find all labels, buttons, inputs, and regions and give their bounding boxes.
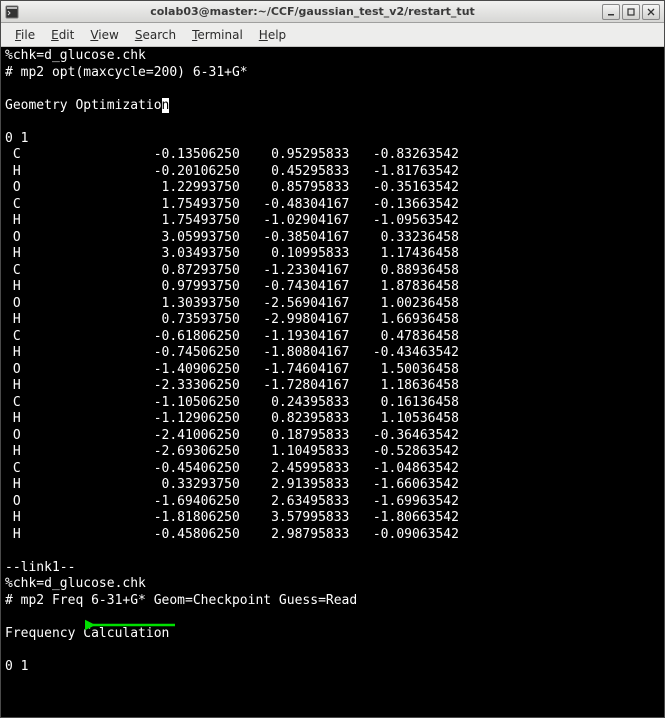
cursor-highlight: n — [162, 98, 170, 113]
maximize-button[interactable] — [622, 4, 640, 20]
geom-row: H -1.12906250 0.82395833 1.10536458 — [5, 411, 459, 426]
geom-row: C -0.61806250 -1.19304167 0.47836458 — [5, 329, 459, 344]
menu-file[interactable]: File — [7, 26, 43, 44]
terminal-app-icon — [5, 5, 19, 19]
geom-row: H -2.33306250 -1.72804167 1.18636458 — [5, 378, 459, 393]
geom-row: O -1.69406250 2.63495833 -1.69963542 — [5, 494, 459, 509]
menubar: File Edit View Search Terminal Help — [1, 23, 664, 47]
geom-row: C 1.75493750 -0.48304167 -0.13663542 — [5, 197, 459, 212]
geom-row: O 3.05993750 -0.38504167 0.33236458 — [5, 230, 459, 245]
geom-row: O 1.22993750 0.85795833 -0.35163542 — [5, 180, 459, 195]
geom-row: H -1.81806250 3.57995833 -1.80663542 — [5, 510, 459, 525]
geom-row: H -2.69306250 1.10495833 -0.52863542 — [5, 444, 459, 459]
menu-view[interactable]: View — [82, 26, 126, 44]
minimize-button[interactable] — [602, 4, 620, 20]
geom-row: H 0.73593750 -2.99804167 1.66936458 — [5, 312, 459, 327]
menu-edit[interactable]: Edit — [43, 26, 82, 44]
geom-row: C -1.10506250 0.24395833 0.16136458 — [5, 395, 459, 410]
menu-terminal[interactable]: Terminal — [184, 26, 251, 44]
titlebar[interactable]: colab03@master:~/CCF/gaussian_test_v2/re… — [1, 1, 664, 23]
geom-row: H 3.03493750 0.10995833 1.17436458 — [5, 246, 459, 261]
menu-search[interactable]: Search — [127, 26, 184, 44]
geom-row: H 0.97993750 -0.74304167 1.87836458 — [5, 279, 459, 294]
window-title: colab03@master:~/CCF/gaussian_test_v2/re… — [23, 5, 602, 18]
terminal-content: %chk=d_glucose.chk # mp2 opt(maxcycle=20… — [5, 48, 660, 675]
geom-row: O 1.30393750 -2.56904167 1.00236458 — [5, 296, 459, 311]
terminal-area[interactable]: %chk=d_glucose.chk # mp2 opt(maxcycle=20… — [1, 47, 664, 717]
window-buttons — [602, 4, 660, 20]
geom-row: C 0.87293750 -1.23304167 0.88936458 — [5, 263, 459, 278]
geom-row: H -0.20106250 0.45295833 -1.81763542 — [5, 164, 459, 179]
geom-row: C -0.45406250 2.45995833 -1.04863542 — [5, 461, 459, 476]
geom-row: C -0.13506250 0.95295833 -0.83263542 — [5, 147, 459, 162]
close-button[interactable] — [642, 4, 660, 20]
geom-row: H -0.45806250 2.98795833 -0.09063542 — [5, 527, 459, 542]
geom-row: O -1.40906250 -1.74604167 1.50036458 — [5, 362, 459, 377]
geom-row: H 1.75493750 -1.02904167 -1.09563542 — [5, 213, 459, 228]
geom-row: H 0.33293750 2.91395833 -1.66063542 — [5, 477, 459, 492]
terminal-window: colab03@master:~/CCF/gaussian_test_v2/re… — [0, 0, 665, 718]
menu-help[interactable]: Help — [251, 26, 294, 44]
geom-row: O -2.41006250 0.18795833 -0.36463542 — [5, 428, 459, 443]
geom-row: H -0.74506250 -1.80804167 -0.43463542 — [5, 345, 459, 360]
